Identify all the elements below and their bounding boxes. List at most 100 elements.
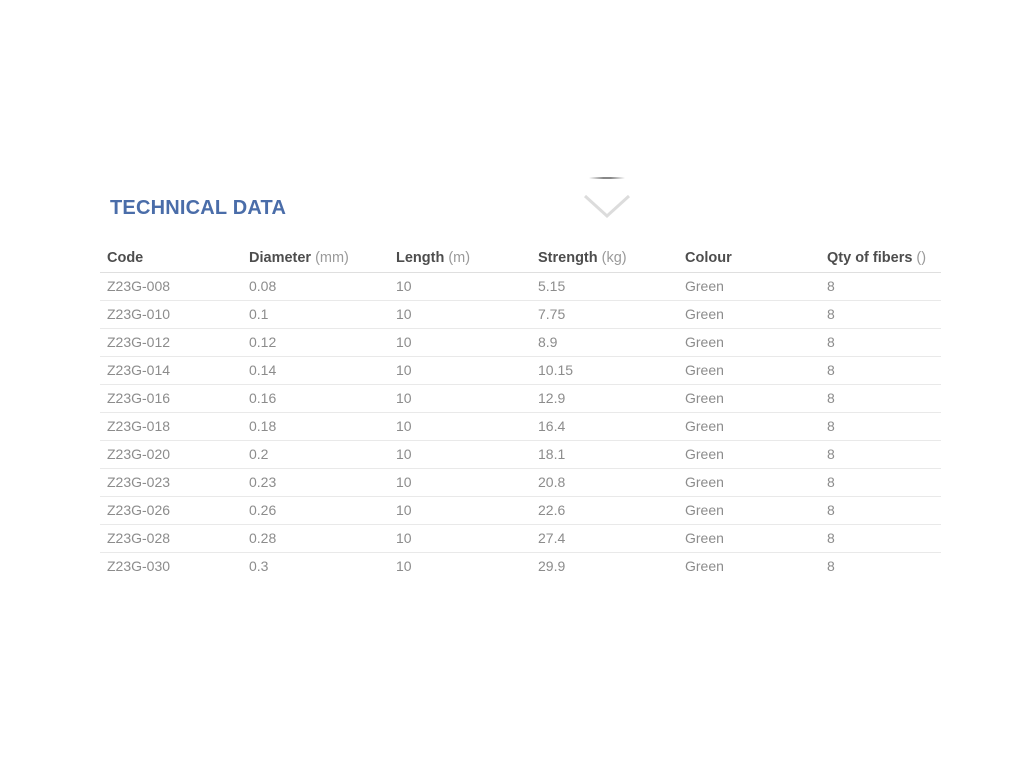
table-row: Z23G-023 0.23 10 20.8 Green 8 [100, 468, 941, 497]
table-cell: Z23G-008 [100, 272, 242, 301]
table-cell: 20.8 [531, 468, 678, 497]
table-row: Z23G-014 0.14 10 10.15 Green 8 [100, 356, 941, 385]
table-cell: 10 [389, 272, 531, 301]
column-label: Strength [538, 249, 598, 266]
table-cell: 8 [820, 384, 941, 413]
table-row: Z23G-026 0.26 10 22.6 Green 8 [100, 496, 941, 525]
table-cell: Green [678, 468, 820, 497]
column-label: Qty of fibers [827, 249, 913, 266]
table-cell: 10 [389, 496, 531, 525]
table-cell: 0.14 [242, 356, 389, 385]
table-cell: Green [678, 524, 820, 553]
table-cell: Z23G-010 [100, 300, 242, 329]
table-cell: 8 [820, 496, 941, 525]
table-cell: 10 [396, 558, 412, 575]
table-cell: Green [678, 272, 820, 301]
table-cell: Z23G-016 [100, 384, 242, 413]
table-cell: 18.1 [531, 440, 678, 469]
table-cell: Z23G-014 [100, 356, 242, 385]
table-cell: 10 [389, 524, 531, 553]
table-cell: 8 [820, 412, 941, 441]
table-row: Z23G-010 0.1 10 7.75 Green 8 [100, 300, 941, 329]
table-header: Code Diameter (mm) Length (m) Strength (kg)… [100, 244, 941, 273]
table-cell: 8.9 [531, 328, 678, 357]
column-header-colour: Colour [678, 244, 820, 273]
table-row: Z23G-016 0.16 10 12.9 Green 8 [100, 384, 941, 413]
table-row: Z23G-008 0.08 10 5.15 Green 8 [100, 272, 941, 301]
column-header-diameter: Diameter (mm) [242, 244, 389, 273]
table-cell: 0.18 [242, 412, 389, 441]
table-cell: 0.26 [242, 496, 389, 525]
column-header-strength: Strength (kg) [531, 244, 678, 273]
table-cell: 10 [389, 356, 531, 385]
table-row: Z23G-018 0.18 10 16.4 Green 8 [100, 412, 941, 441]
table-cell: 10.15 [531, 356, 678, 385]
column-label: Colour [685, 249, 732, 266]
table-cell: Z23G-030 [107, 558, 171, 575]
table-cell: Z23G-018 [100, 412, 242, 441]
table-cell: Green [685, 558, 724, 575]
column-label: Code [107, 249, 144, 266]
table-cell: 8 [820, 300, 941, 329]
column-header-length: Length (m) [389, 244, 531, 273]
section-title: TECHNICAL DATA [110, 197, 287, 219]
table-body: Z23G-008 0.08 10 5.15 Green 8 Z23G-010 0.1 10 7.7… [100, 272, 941, 580]
table-cell: Z23G-012 [100, 328, 242, 357]
table-cell: 22.6 [531, 496, 678, 525]
table-cell: Green [678, 496, 820, 525]
table-cell: Z23G-023 [100, 468, 242, 497]
table-cell: 12.9 [531, 384, 678, 413]
table-cell: 0.23 [242, 468, 389, 497]
table-cell: 10 [389, 440, 531, 469]
table-cell: 0.08 [242, 272, 389, 301]
table-cell: 8 [820, 524, 941, 553]
table-cell: 8 [820, 468, 941, 497]
chevron-down-icon [583, 194, 631, 219]
column-unit: (mm) [315, 249, 349, 266]
table-cell: 10 [389, 468, 531, 497]
table-cell: 10 [389, 412, 531, 441]
column-label: Diameter [249, 249, 312, 266]
table-cell: Green [678, 300, 820, 329]
table-cell: Green [678, 440, 820, 469]
table-cell: 0.3 [249, 558, 269, 575]
table-cell: 5.15 [531, 272, 678, 301]
table-cell: 0.2 [242, 440, 389, 469]
table-cell: Z23G-028 [100, 524, 242, 553]
table-cell: 0.28 [242, 524, 389, 553]
table-row: Z23G-012 0.12 10 8.9 Green 8 [100, 328, 941, 357]
column-unit: (kg) [601, 249, 627, 266]
section-collapse-toggle[interactable] [583, 176, 631, 222]
table-cell: 8 [827, 558, 835, 575]
table-cell: 29.9 [538, 558, 566, 575]
table-row: Z23G-030 0.3 10 29.9 Green 8 [100, 552, 941, 580]
table-cell: 8 [820, 328, 941, 357]
table-cell: 0.1 [242, 300, 389, 329]
table-cell: 8 [820, 272, 941, 301]
table-cell: Z23G-020 [100, 440, 242, 469]
table-cell: 0.16 [242, 384, 389, 413]
table-cell: Green [678, 384, 820, 413]
table-cell: 10 [389, 384, 531, 413]
technical-data-table: Code Diameter (mm) Length (m) Strength (kg)… [100, 244, 941, 580]
table-cell: 7.75 [531, 300, 678, 329]
table-cell: Green [678, 328, 820, 357]
table-cell: Z23G-026 [100, 496, 242, 525]
column-unit: (m) [448, 249, 471, 266]
table-cell: 10 [389, 300, 531, 329]
table-cell: 0.12 [242, 328, 389, 357]
table-cell: 16.4 [531, 412, 678, 441]
column-header-qty-of-fibers: Qty of fibers() [820, 244, 941, 273]
column-header-code: Code [100, 244, 242, 273]
table-cell: 8 [820, 356, 941, 385]
table-cell: Green [678, 412, 820, 441]
collapse-divider-line [589, 177, 625, 179]
table-header-row: Code Diameter (mm) Length (m) Strength (kg)… [100, 244, 941, 273]
column-label: Length [396, 249, 445, 266]
table-cell: 10 [389, 328, 531, 357]
table-cell: 8 [820, 440, 941, 469]
page: TECHNICAL DATA Code Diameter (mm) Length(… [0, 0, 1024, 768]
table-cell: Green [678, 356, 820, 385]
table-row: Z23G-028 0.28 10 27.4 Green 8 [100, 524, 941, 553]
table-cell: 27.4 [531, 524, 678, 553]
